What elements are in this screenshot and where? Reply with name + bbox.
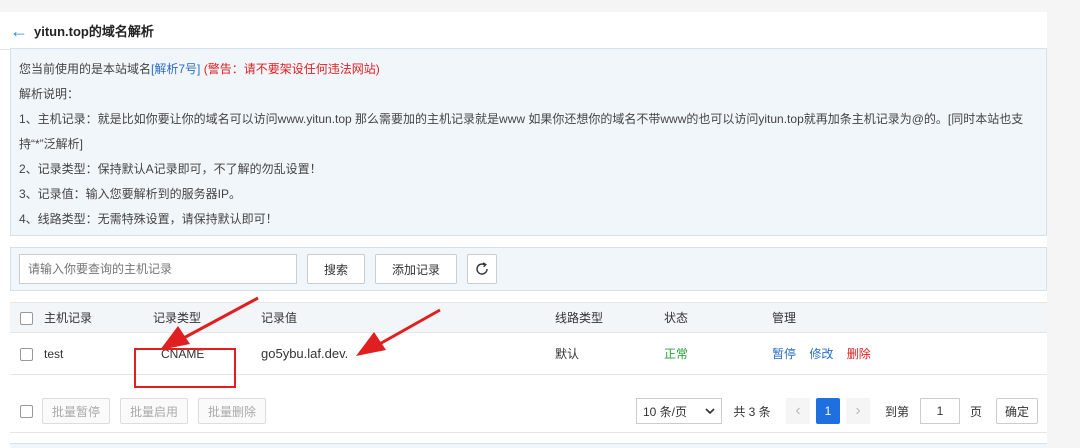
refresh-button[interactable]: [467, 254, 497, 284]
header-type: 记录类型: [153, 302, 261, 333]
batch-enable-button[interactable]: 批量启用: [120, 398, 188, 424]
next-page-button[interactable]: ›: [846, 398, 870, 424]
warning-text: (警告：请不要架设任何违法网站): [203, 62, 380, 76]
header-host: 主机记录: [44, 302, 153, 333]
header-manage: 管理: [772, 302, 1047, 333]
page-size-select[interactable]: 10 条/页: [636, 398, 722, 424]
resolver-link[interactable]: [解析7号]: [151, 62, 200, 76]
header-line: 线路类型: [555, 302, 664, 333]
row-checkbox[interactable]: [20, 347, 33, 361]
annotation-highlight-box: [134, 348, 236, 388]
header-status: 状态: [664, 302, 772, 333]
refresh-icon: [476, 262, 488, 275]
notice-line-4: 2、记录类型：保持默认A记录即可，不了解的勿乱设置！: [19, 162, 322, 176]
bottom-strip: [10, 443, 1047, 448]
page-header: ← yitun.top的域名解析: [0, 12, 1047, 50]
add-record-button[interactable]: 添加记录: [375, 254, 457, 284]
table-header-row: 主机记录 记录类型 记录值 线路类型 状态 管理: [10, 302, 1047, 333]
total-count: 共 3 条: [733, 404, 771, 419]
search-button[interactable]: 搜索: [307, 254, 365, 284]
current-page-button[interactable]: 1: [816, 398, 840, 424]
batch-delete-button[interactable]: 批量删除: [198, 398, 266, 424]
pause-link[interactable]: 暂停: [772, 347, 796, 361]
notice-line-2: 解析说明：: [19, 87, 80, 101]
header-value: 记录值: [261, 302, 555, 333]
search-toolbar: 搜索 添加记录: [10, 247, 1047, 291]
page-unit-label: 页: [969, 404, 982, 419]
goto-page-input[interactable]: 1: [920, 398, 960, 424]
prev-page-button[interactable]: ‹: [786, 398, 810, 424]
batch-pause-button[interactable]: 批量暂停: [42, 398, 110, 424]
table-footer: 批量暂停 批量启用 批量删除 10 条/页 共 3 条 ‹ 1 › 到第 1 页…: [10, 387, 1047, 433]
cell-status: 正常: [664, 332, 772, 375]
goto-confirm-button[interactable]: 确定: [996, 398, 1038, 424]
arrow-left-icon[interactable]: ←: [10, 22, 34, 40]
search-input[interactable]: [19, 254, 297, 284]
cell-line: 默认: [555, 332, 664, 375]
notice-box: 您当前使用的是本站域名[解析7号] (警告：请不要架设任何违法网站) 解析说明：…: [10, 48, 1047, 236]
page-title: yitun.top的域名解析: [34, 24, 154, 39]
notice-line-3: 1、主机记录：就是比如你要让你的域名可以访问www.yitun.top 那么需要…: [19, 112, 1024, 151]
footer-checkbox[interactable]: [20, 405, 33, 418]
cell-actions: 暂停 修改 删除: [772, 332, 1047, 375]
select-all-checkbox[interactable]: [20, 311, 33, 325]
goto-label: 到第: [884, 404, 909, 419]
notice-line-6: 4、线路类型：无需特殊设置，请保持默认即可！: [19, 212, 278, 226]
notice-line-1: 您当前使用的是本站域名[解析7号] (警告：请不要架设任何违法网站): [19, 62, 380, 76]
edit-link[interactable]: 修改: [809, 347, 833, 361]
delete-link[interactable]: 删除: [847, 347, 871, 361]
chevron-down-icon: [705, 408, 715, 415]
cell-value: go5ybu.laf.dev.: [261, 332, 555, 375]
notice-line-5: 3、记录值：输入您要解析到的服务器IP。: [19, 187, 242, 201]
